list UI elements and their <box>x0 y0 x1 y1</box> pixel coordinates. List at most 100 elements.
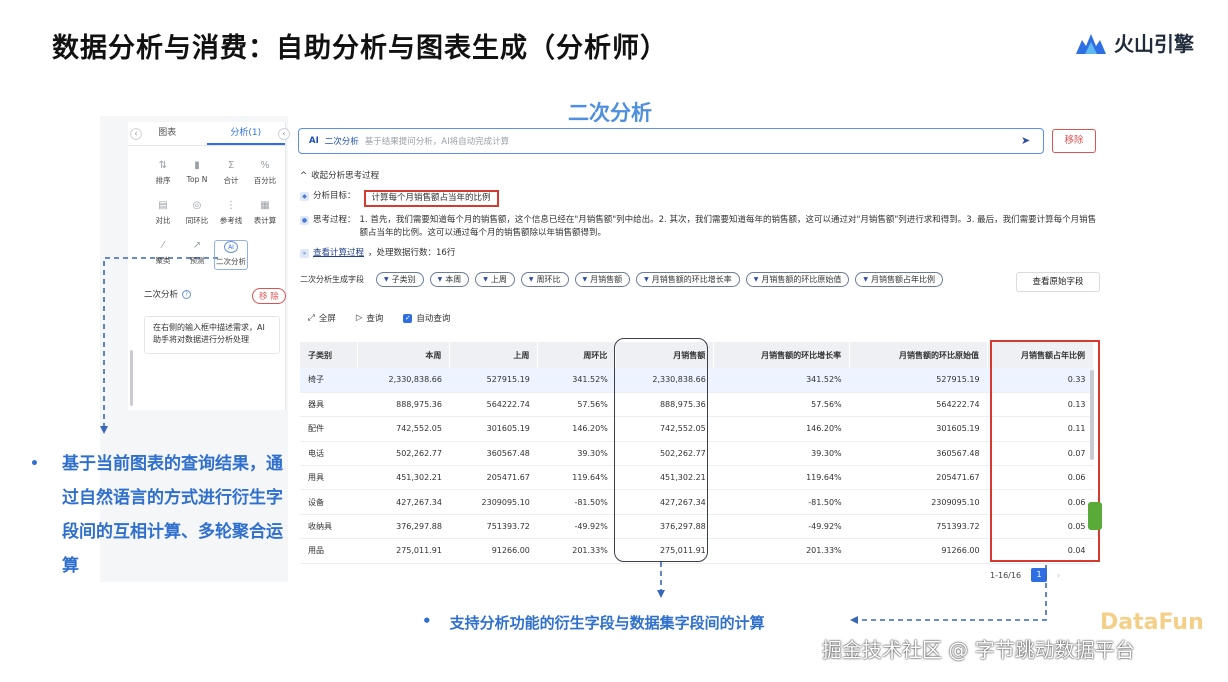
bullet-dot: • <box>30 456 39 472</box>
ai-query-bar[interactable]: AI 二次分析 基于结果提问分析，AI将自动完成计算 ➤ <box>298 128 1044 154</box>
table-cell: 527915.19 <box>849 368 988 393</box>
column-header[interactable]: 周环比 <box>537 342 617 368</box>
table-cell: 341.52% <box>713 368 850 393</box>
remove-button[interactable]: 移除 <box>1052 129 1096 153</box>
tool-label: 二次分析 <box>216 257 246 266</box>
page-1-button[interactable]: 1 <box>1031 568 1048 582</box>
caret-down-icon: ▼ <box>528 276 534 283</box>
caret-down-icon: ▼ <box>582 276 588 283</box>
ai-mode-label: 二次分析 <box>324 137 359 147</box>
left-remove-button[interactable]: 移 除 <box>252 288 286 304</box>
table-cell: 电话 <box>300 441 358 467</box>
chevron-left-icon[interactable]: ‹ <box>130 128 142 140</box>
field-chip[interactable]: ▼ 月销售额的环比增长率 <box>636 272 740 287</box>
auto-query-checkbox[interactable]: ✓ 自动查询 <box>403 312 450 324</box>
help-icon[interactable]: ? <box>182 289 192 299</box>
chip-label: 本周 <box>445 275 462 284</box>
field-chip[interactable]: ▼ 月销售额 <box>574 272 631 287</box>
column-header[interactable]: 本周 <box>357 342 451 368</box>
column-header[interactable]: 月销售额的环比增长率 <box>713 342 851 368</box>
field-chip[interactable]: ▼ 周环比 <box>520 272 569 287</box>
highlight-year-ratio <box>990 340 1100 562</box>
topn-icon: ▮ <box>194 160 200 171</box>
process-text: 1. 首先，我们需要知道每个月的销售额，这个信息已经在"月销售额"列中给出。2.… <box>359 215 1097 238</box>
table-cell: 57.56% <box>713 392 850 418</box>
table-scrollbar[interactable] <box>1090 370 1094 460</box>
goal-icon: ◆ <box>300 192 309 201</box>
tool-topn[interactable]: ▮ Top N <box>180 160 214 190</box>
table-cell: 751393.72 <box>849 514 988 540</box>
table-cell: 91266.00 <box>849 538 988 564</box>
send-icon[interactable]: ➤ <box>1021 135 1033 147</box>
fullscreen-button[interactable]: ⤢ 全屏 <box>308 312 336 324</box>
table-cell: 205471.67 <box>849 465 988 491</box>
reference-line-icon: ⋮ <box>226 200 236 211</box>
left-scrollbar[interactable] <box>130 350 133 406</box>
fullscreen-label: 全屏 <box>318 314 336 324</box>
tool-yoy[interactable]: ◎ 同环比 <box>180 200 214 230</box>
tool-forecast[interactable]: ↗ 预测 <box>180 240 214 270</box>
field-chip[interactable]: ▼ 月销售额占年比例 <box>855 272 943 287</box>
tool-cluster[interactable]: ⁄ 聚类 <box>146 240 180 270</box>
table-cell: 201.33% <box>537 538 616 564</box>
tool-label: 排序 <box>155 176 171 185</box>
query-button[interactable]: ▷ 查询 <box>356 312 384 324</box>
bottom-annotation-text: 支持分析功能的衍生字段与数据集字段间的计算 <box>449 614 765 632</box>
chevron-left-icon[interactable]: ‹ <box>278 128 290 140</box>
calc-process-row: » 查看计算过程 ，处理数据行数：16行 <box>300 247 1098 260</box>
tool-sum[interactable]: Σ 合计 <box>214 160 248 190</box>
tool-compare[interactable]: ▤ 对比 <box>146 200 180 230</box>
table-cell: -49.92% <box>537 514 616 540</box>
tool-secondary-analysis[interactable]: AI 二次分析 <box>214 240 248 270</box>
column-header[interactable]: 上周 <box>449 342 539 368</box>
left-panel: 图表 分析(1) ⇅ 排序 ▮ Top N Σ 合计 % 百分比 ▤ 对比 ◎ 同环比 ⋮ 参… <box>128 122 286 410</box>
field-chip[interactable]: ▼ 上周 <box>475 272 515 287</box>
next-page-icon[interactable]: › <box>1057 571 1060 580</box>
table-cell: 用具 <box>300 465 358 491</box>
table-cell: 146.20% <box>713 416 850 442</box>
chevron-up-icon: ^ <box>300 171 308 181</box>
field-chip[interactable]: ▼ 月销售额的环比原始值 <box>745 272 850 287</box>
expand-icon: ⤢ <box>308 313 315 323</box>
table-cell: 564222.74 <box>849 392 988 418</box>
side-float-button[interactable] <box>1088 502 1102 530</box>
table-cell: 配件 <box>300 416 358 442</box>
tool-label: 预测 <box>189 256 205 265</box>
table-cell: 用品 <box>300 538 358 564</box>
tool-percent[interactable]: % 百分比 <box>248 160 282 190</box>
table-cell: 888,975.36 <box>357 392 450 418</box>
thinking-process: ● 思考过程： 1. 首先，我们需要知道每个月的销售额，这个信息已经在"月销售额… <box>300 214 1098 240</box>
table-cell: 2309095.10 <box>449 489 538 515</box>
tool-reference-line[interactable]: ⋮ 参考线 <box>214 200 248 230</box>
ai-icon: AI <box>224 241 238 253</box>
chip-label: 月销售额 <box>590 275 623 284</box>
ai-query-input[interactable]: 基于结果提问分析，AI将自动完成计算 <box>365 135 1015 147</box>
section-title: 二次分析 <box>144 290 179 300</box>
fields-label: 二次分析生成字段 <box>300 275 364 284</box>
left-annotation-text: 基于当前图表的查询结果，通过自然语言的方式进行衍生字段间的互相计算、多轮聚合运算 <box>62 454 283 576</box>
tab-analysis[interactable]: 分析(1) <box>206 122 285 145</box>
caret-down-icon: ▼ <box>644 276 649 283</box>
view-calc-link[interactable]: 查看计算过程 <box>313 247 364 260</box>
tool-label: 对比 <box>155 216 171 225</box>
auto-query-label: 自动查询 <box>416 314 451 324</box>
column-header[interactable]: 子类别 <box>300 342 359 368</box>
datafun-watermark-logo: DataFun <box>1100 610 1204 635</box>
field-chip[interactable]: ▼ 子类别 <box>376 272 424 287</box>
field-chip[interactable]: ▼ 本周 <box>429 272 470 287</box>
tool-sort[interactable]: ⇅ 排序 <box>146 160 180 190</box>
table-cell: 341.52% <box>537 368 616 393</box>
view-raw-fields-button[interactable]: 查看原始字段 <box>1016 272 1100 292</box>
chip-label: 周环比 <box>536 275 561 284</box>
table-cell: 收纳具 <box>300 514 358 540</box>
thinking-toggle[interactable]: ^ 收起分析思考过程 <box>300 170 1098 183</box>
tool-table-calc[interactable]: ▦ 表计算 <box>248 200 282 230</box>
table-cell: 527915.19 <box>449 368 538 393</box>
bullet-dot: • <box>422 612 432 630</box>
yoy-icon: ◎ <box>192 200 202 211</box>
table-cell: 57.56% <box>537 392 616 418</box>
tool-label: 百分比 <box>253 176 277 185</box>
thinking-section: ^ 收起分析思考过程 ◆ 分析目标： 计算每个月销售额占当年的比例 ● 思考过程… <box>300 170 1098 267</box>
table-cell: 119.64% <box>713 465 850 491</box>
column-header[interactable]: 月销售额的环比原始值 <box>849 342 989 368</box>
